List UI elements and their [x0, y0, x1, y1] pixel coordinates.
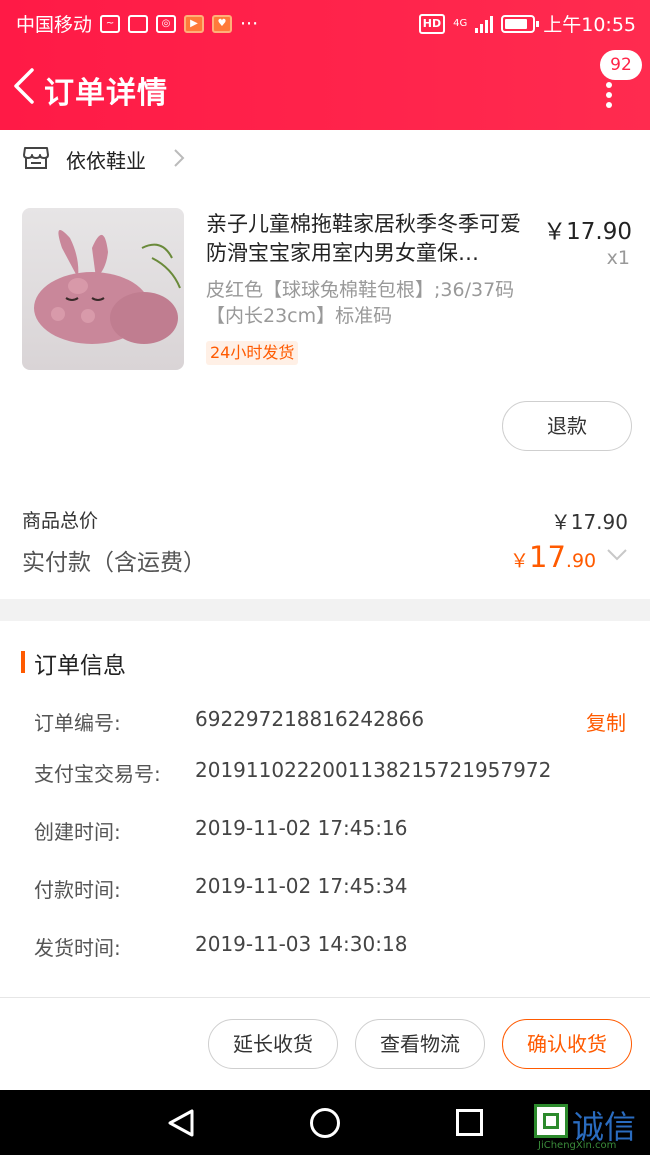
- order-info-value: 2019-11-02 17:45:34: [195, 874, 408, 898]
- order-info-row: 发货时间: 2019-11-03 14:30:18: [0, 932, 650, 962]
- order-info-key: 支付宝交易号:: [34, 762, 161, 786]
- network-label: 4G: [453, 18, 468, 29]
- paid-currency: ￥: [510, 550, 530, 572]
- status-bar: 中国移动 ~ ◎ ▶ ♥ ··· HD 4G 上午10:55: [0, 0, 650, 44]
- confirm-receipt-button[interactable]: 确认收货: [502, 1019, 632, 1069]
- hd-icon: HD: [418, 13, 446, 34]
- goods-total-value: ￥17.90: [550, 510, 628, 534]
- copy-button[interactable]: 复制: [586, 707, 626, 736]
- system-nav-bar: 诚信 JiChengXin.com: [0, 1090, 650, 1155]
- page-title: 订单详情: [44, 76, 168, 111]
- chevron-right-icon: [174, 149, 185, 167]
- order-info-key: 订单编号:: [34, 711, 121, 735]
- product-quantity: x1: [606, 247, 630, 269]
- product-image[interactable]: [22, 208, 184, 370]
- order-info-value: 2019110222001138215721957972: [195, 758, 552, 782]
- nav-home-icon[interactable]: [310, 1108, 340, 1138]
- product-price: ￥17.90: [543, 219, 632, 245]
- clock: 上午10:55: [543, 14, 636, 36]
- heart-icon: ♥: [212, 14, 233, 33]
- store-row[interactable]: 依依鞋业: [0, 130, 650, 188]
- extend-receipt-button[interactable]: 延长收货: [208, 1019, 338, 1069]
- product-spec: 皮红色【球球兔棉鞋包根】;36/37码【内长23cm】标准码: [206, 279, 515, 327]
- order-info-key: 创建时间:: [34, 820, 121, 844]
- store-name[interactable]: 依依鞋业: [66, 145, 146, 174]
- more-menu-icon[interactable]: [606, 82, 614, 108]
- battery-icon: [501, 14, 540, 33]
- message-count-badge[interactable]: 92: [600, 50, 642, 80]
- refund-button[interactable]: 退款: [502, 401, 632, 451]
- shipping-tag: 24小时发货: [206, 341, 299, 365]
- action-bar: 延长收货 查看物流 确认收货: [0, 997, 650, 1090]
- order-info-value: 2019-11-02 17:45:16: [195, 816, 408, 840]
- shop-icon: [23, 147, 49, 169]
- view-logistics-button[interactable]: 查看物流: [355, 1019, 485, 1069]
- video-icon: ▶: [184, 14, 205, 33]
- order-info-key: 发货时间:: [34, 936, 121, 960]
- carrier-label: 中国移动: [16, 14, 93, 36]
- chevron-down-icon[interactable]: [606, 548, 628, 562]
- product-title[interactable]: 亲子儿童棉拖鞋家居秋季冬季可爱防滑宝宝家用室内男女童保…: [206, 210, 536, 268]
- signal-icon: [475, 15, 494, 33]
- nav-back-icon[interactable]: [166, 1108, 196, 1138]
- paid-amount: ￥17.90: [510, 540, 596, 574]
- order-info-value: 2019-11-03 14:30:18: [195, 932, 408, 956]
- activity-icon: ~: [100, 14, 121, 33]
- copy-icon: [128, 14, 149, 33]
- order-info-title: 订单信息: [34, 653, 126, 679]
- order-info-value: 692297218816242866: [195, 707, 425, 731]
- paid-label: 实付款（含运费）: [22, 550, 206, 576]
- order-info-row: 订单编号: 692297218816242866 复制: [0, 707, 650, 737]
- watermark-logo: 诚信 JiChengXin.com: [532, 1100, 650, 1151]
- paid-integer: 17: [529, 540, 566, 574]
- slipper-image: [34, 230, 181, 344]
- section-divider: [0, 599, 650, 621]
- watermark-subtext: JiChengXin.com: [538, 1140, 617, 1151]
- more-notifications-icon: ···: [240, 12, 259, 35]
- order-info-row: 付款时间: 2019-11-02 17:45:34: [0, 874, 650, 904]
- weibo-icon: ◎: [156, 14, 177, 33]
- order-info-row: 支付宝交易号: 2019110222001138215721957972: [0, 758, 650, 788]
- back-icon[interactable]: [10, 66, 38, 106]
- order-info-key: 付款时间:: [34, 878, 121, 902]
- nav-recents-icon[interactable]: [456, 1109, 483, 1136]
- goods-total-label: 商品总价: [22, 510, 99, 532]
- paid-decimal: .90: [565, 550, 597, 572]
- app-header: 中国移动 ~ ◎ ▶ ♥ ··· HD 4G 上午10:55 订单详情 92: [0, 0, 650, 130]
- section-accent-bar: [21, 651, 25, 673]
- order-info-row: 创建时间: 2019-11-02 17:45:16: [0, 816, 650, 846]
